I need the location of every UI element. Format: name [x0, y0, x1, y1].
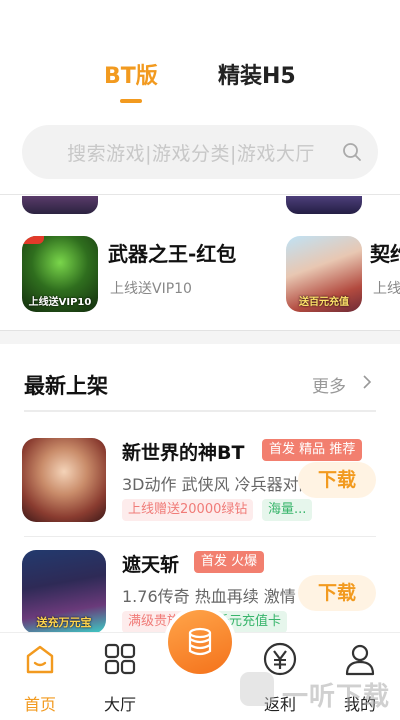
game-thumbnail[interactable]: 上线送VIP10: [22, 236, 98, 312]
badge: 首发 精品 推荐: [262, 439, 363, 461]
search-bar[interactable]: 搜索游戏|游戏分类|游戏大厅: [22, 125, 378, 179]
item-separator: [24, 536, 376, 537]
search-placeholder: 搜索游戏|游戏分类|游戏大厅: [67, 142, 315, 165]
nav-hall[interactable]: 大厅: [90, 633, 150, 720]
download-button[interactable]: 下载: [298, 575, 376, 611]
search-icon[interactable]: [342, 142, 362, 162]
download-button[interactable]: 下载: [298, 462, 376, 498]
game-tag: 海量...: [262, 499, 313, 521]
section-separator: [0, 330, 400, 344]
thumb-label: 送充万元宝: [36, 616, 92, 629]
game-tag: 上线赠送20000绿钻: [122, 499, 254, 521]
game-thumbnail[interactable]: 送百元充值: [286, 236, 362, 312]
chevron-right-icon[interactable]: [360, 374, 374, 390]
game-description: 3D动作 武侠风 冷兵器对战: [122, 475, 308, 494]
game-title[interactable]: 遮天斩: [122, 550, 179, 577]
game-thumbnail[interactable]: 送充万元宝: [22, 550, 106, 634]
nav-label: 首页: [23, 695, 56, 714]
game-thumbnail-partial[interactable]: [22, 196, 98, 214]
nav-home[interactable]: 首页: [10, 633, 70, 720]
corner-badge: [22, 236, 44, 244]
featured-title[interactable]: 契约: [370, 238, 400, 267]
game-title[interactable]: 新世界的神BT: [122, 438, 244, 465]
watermark: 一听下载: [282, 682, 391, 712]
active-tab-indicator: [120, 99, 142, 103]
home-icon: [26, 645, 54, 674]
watermark-logo: [240, 672, 274, 706]
thumb-label: 上线送VIP10: [28, 297, 92, 308]
grid-icon: [104, 643, 136, 675]
user-icon: [345, 644, 375, 676]
section-title: 最新上架: [24, 374, 108, 398]
nav-center-circle: [168, 610, 232, 674]
featured-title[interactable]: 武器之王-红包: [108, 238, 236, 267]
coins-icon: [188, 627, 212, 656]
featured-subtitle: 上线: [373, 281, 400, 297]
tab-bt[interactable]: BT版: [104, 58, 158, 90]
section-divider: [24, 410, 376, 412]
featured-subtitle: 上线送VIP10: [110, 281, 192, 297]
game-thumbnail[interactable]: [22, 438, 106, 522]
header-tabs: BT版 精装H5: [0, 58, 400, 108]
thumb-label: 送百元充值: [299, 297, 349, 308]
game-thumbnail-partial[interactable]: [286, 196, 362, 214]
game-description: 1.76传奇 热血再续 激情: [122, 587, 296, 606]
badge: 首发 火爆: [194, 551, 265, 573]
search-divider: [0, 194, 400, 195]
more-link[interactable]: 更多: [312, 372, 346, 397]
nav-label: 大厅: [103, 695, 136, 714]
tab-h5[interactable]: 精装H5: [218, 58, 296, 90]
nav-center-button[interactable]: [164, 606, 236, 678]
